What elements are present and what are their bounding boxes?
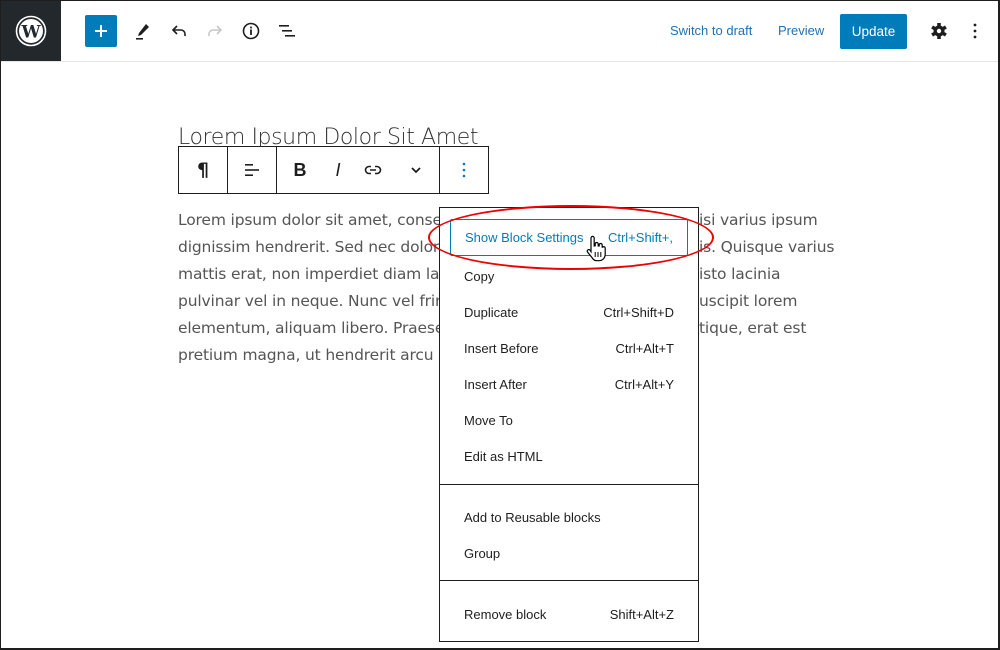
format-group: B I [277, 147, 440, 193]
bold-button[interactable]: B [277, 147, 323, 193]
options-button[interactable] [959, 15, 991, 47]
pencil-icon [136, 24, 149, 40]
vertical-ellipsis-icon [973, 23, 977, 39]
paragraph-line-left: pulvinar vel in neque. Nunc vel fring [178, 292, 455, 310]
menu-item-label: Edit as HTML [464, 448, 543, 464]
menu-item-label: Insert After [464, 376, 527, 392]
menu-item-label: Move To [464, 412, 513, 428]
menu-item-insert-before[interactable]: Insert Before Ctrl+Alt+T [464, 338, 674, 358]
paragraph-icon: ¶ [196, 159, 210, 181]
menu-item-label: Show Block Settings [465, 230, 584, 245]
paragraph-line-left: elementum, aliquam libero. Praese [178, 319, 445, 337]
block-options-button[interactable] [440, 147, 488, 193]
menu-item-show-block-settings[interactable]: Show Block Settings Ctrl+Shift+, [450, 219, 688, 256]
wordpress-icon: W [15, 15, 47, 47]
paragraph-line-right: is. Quisque varius [699, 238, 835, 256]
menu-item-duplicate[interactable]: Duplicate Ctrl+Shift+D [464, 302, 674, 322]
block-toolbar: ¶ B I [178, 146, 489, 194]
align-group [228, 147, 277, 193]
svg-text:W: W [20, 23, 41, 43]
paragraph-line-right: uscipit lorem [699, 292, 798, 310]
preview-button[interactable]: Preview [778, 23, 824, 38]
list-view-icon [279, 25, 295, 37]
list-view-button[interactable] [271, 15, 303, 47]
italic-icon: I [335, 159, 341, 180]
undo-icon [171, 25, 186, 36]
link-icon [364, 165, 382, 175]
settings-button[interactable] [923, 15, 955, 47]
options-group [440, 147, 488, 193]
gear-icon [931, 23, 947, 39]
paragraph-line-left: pretium magna, ut hendrerit arcu m [178, 346, 454, 364]
menu-item-label: Remove block [464, 606, 547, 622]
link-button[interactable] [353, 147, 393, 193]
align-left-icon [245, 164, 259, 176]
menu-item-shortcut: Ctrl+Alt+T [615, 340, 674, 356]
menu-item-shortcut: Shift+Alt+Z [609, 606, 674, 622]
menu-separator [440, 484, 698, 485]
more-rich-text-button[interactable] [393, 147, 439, 193]
paragraph-line-left: dignissim hendrerit. Sed nec dolor [178, 238, 440, 256]
editor-window: W Switch to draft Preview Update Lorem I… [0, 0, 1000, 650]
chevron-down-icon [411, 167, 421, 174]
info-icon [242, 22, 260, 40]
menu-item-group[interactable]: Group [464, 543, 674, 563]
redo-icon [208, 25, 223, 36]
undo-button[interactable] [163, 15, 195, 47]
menu-item-copy[interactable]: Copy [464, 266, 674, 286]
menu-item-move-to[interactable]: Move To [464, 410, 674, 430]
editor-header: W Switch to draft Preview Update [1, 1, 998, 62]
paragraph-line-left: Lorem ipsum dolor sit amet, consec [178, 211, 451, 229]
block-options-menu: Show Block Settings Ctrl+Shift+, Copy Dupli… [439, 207, 699, 642]
menu-item-label: Copy [464, 268, 495, 284]
paragraph-type-button[interactable]: ¶ [179, 147, 227, 193]
menu-item-shortcut: Ctrl+Shift+, [607, 230, 673, 245]
italic-button[interactable]: I [323, 147, 353, 193]
plus-icon [95, 25, 107, 37]
paragraph-line-right: tique, erat est [699, 319, 807, 337]
align-button[interactable] [228, 147, 276, 193]
menu-item-edit-as-html[interactable]: Edit as HTML [464, 446, 674, 466]
paragraph-line-left: mattis erat, non imperdiet diam lac [178, 265, 448, 283]
paragraph-line-right: isto lacinia [699, 265, 781, 283]
details-button[interactable] [235, 15, 267, 47]
block-type-group: ¶ [179, 147, 228, 193]
redo-button[interactable] [199, 15, 231, 47]
hand-cursor-icon [586, 235, 606, 262]
menu-separator [440, 580, 698, 581]
menu-item-label: Add to Reusable blocks [464, 509, 601, 525]
vertical-ellipsis-icon [462, 162, 466, 178]
wordpress-logo[interactable]: W [1, 1, 61, 61]
menu-item-shortcut: Ctrl+Shift+D [603, 304, 674, 320]
menu-item-shortcut: Ctrl+Alt+Y [614, 376, 674, 392]
tools-button[interactable] [127, 15, 159, 47]
menu-item-label: Insert Before [464, 340, 539, 356]
menu-item-insert-after[interactable]: Insert After Ctrl+Alt+Y [464, 374, 674, 394]
menu-item-remove-block[interactable]: Remove block Shift+Alt+Z [464, 604, 674, 624]
menu-item-label: Duplicate [464, 304, 519, 320]
add-block-button[interactable] [85, 15, 117, 47]
menu-item-add-to-reusable-blocks[interactable]: Add to Reusable blocks [464, 507, 674, 527]
update-button[interactable]: Update [840, 14, 907, 49]
menu-item-label: Group [464, 545, 501, 561]
bold-icon: B [293, 159, 307, 180]
paragraph-line-right: isi varius ipsum [699, 211, 818, 229]
switch-to-draft-button[interactable]: Switch to draft [670, 23, 752, 38]
